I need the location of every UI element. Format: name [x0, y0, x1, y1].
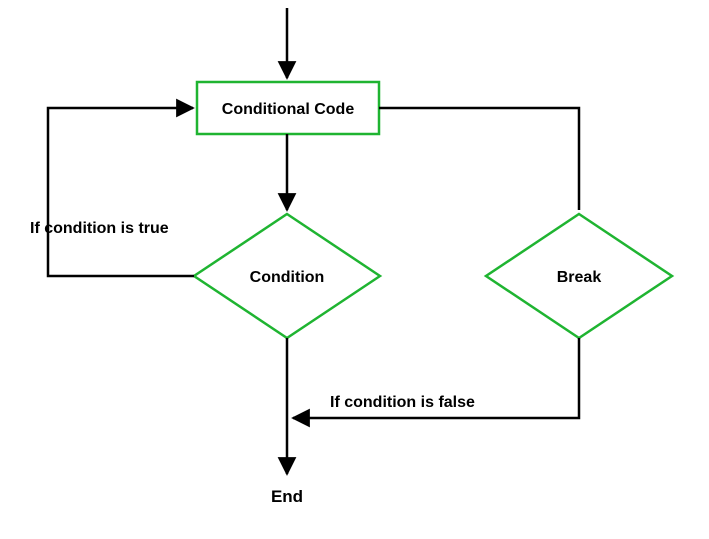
edge-rect-to-break	[379, 108, 579, 210]
label-condition-false: If condition is false	[330, 394, 475, 411]
node-conditional-code-label: Conditional Code	[222, 101, 355, 118]
node-end-label: End	[271, 487, 303, 506]
edge-condition-true-loop	[48, 108, 194, 276]
node-condition-label: Condition	[250, 269, 325, 286]
label-condition-true: If condition is true	[30, 220, 169, 237]
node-break-label: Break	[557, 269, 602, 286]
flowchart-diagram: Conditional Code Condition Break If cond…	[0, 0, 709, 539]
